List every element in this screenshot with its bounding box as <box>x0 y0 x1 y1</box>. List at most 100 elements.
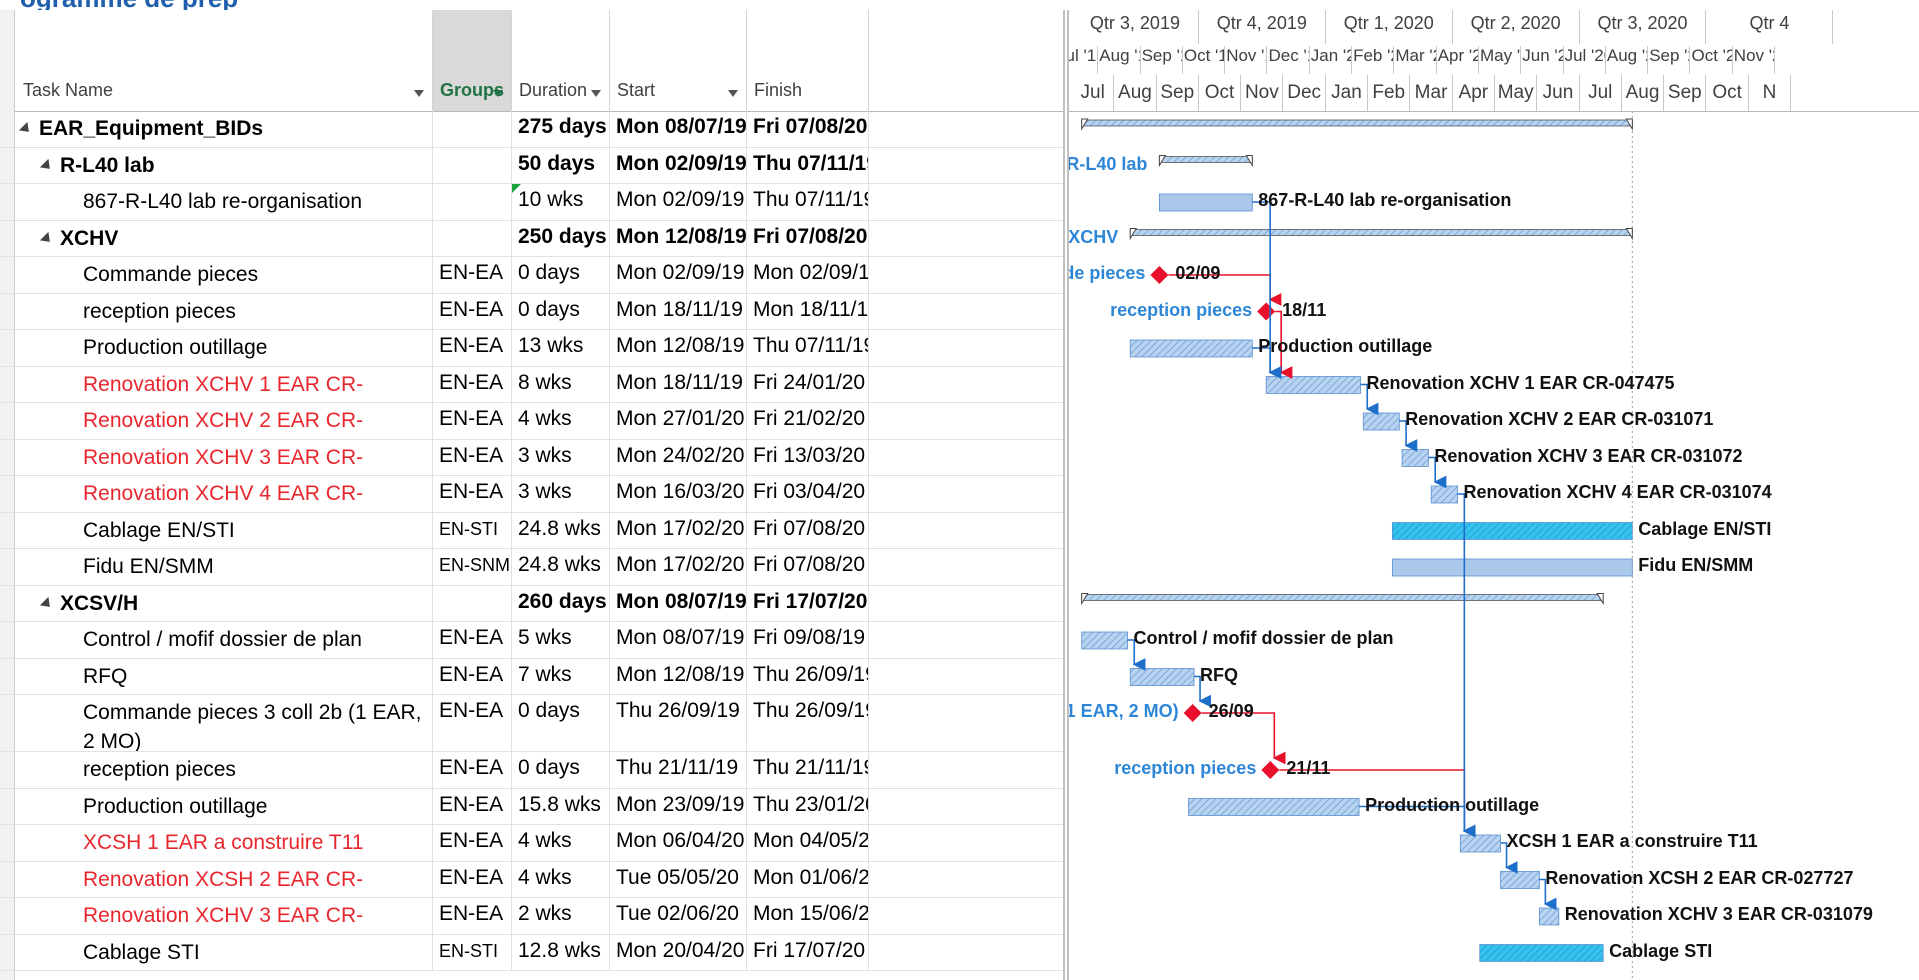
collapse-triangle-icon[interactable] <box>39 231 55 247</box>
task-finish-cell[interactable]: Mon 01/06/20 <box>747 861 869 897</box>
task-duration-cell[interactable]: 13 wks <box>512 330 610 366</box>
task-duration-cell[interactable]: 0 days <box>512 257 610 293</box>
task-duration-cell[interactable]: 8 wks <box>512 366 610 402</box>
task-row[interactable]: RFQ EN-EA 7 wks Mon 12/08/19 Thu 26/09/19 <box>0 658 1063 695</box>
task-name-cell[interactable]: Cablage EN/STI <box>14 512 433 548</box>
summary-bar[interactable] <box>1129 229 1633 236</box>
task-bar[interactable] <box>1401 449 1429 467</box>
task-finish-cell[interactable]: Fri 07/08/20 <box>747 512 869 548</box>
task-bar[interactable] <box>1081 631 1128 650</box>
chevron-down-icon[interactable] <box>591 90 601 97</box>
task-group-cell[interactable]: EN-EA <box>433 403 512 439</box>
task-duration-cell[interactable]: 5 wks <box>512 622 610 658</box>
task-name-cell[interactable]: Renovation XCHV 2 EAR CR-031071 <box>14 403 433 439</box>
task-bar[interactable] <box>1459 834 1501 853</box>
task-start-cell[interactable]: Mon 08/07/19 <box>610 622 747 658</box>
task-bar[interactable] <box>1391 558 1633 577</box>
task-row[interactable]: Renovation XCHV 3 EAR CR-031079 T9 EN-EA 2… <box>0 898 1063 935</box>
task-row[interactable]: Cablage STI EN-STI 12.8 wks Mon 20/04/20 Fri… <box>0 934 1063 971</box>
task-name-cell[interactable]: Commande pieces 3 coll 2b (1 EAR, 2 MO) <box>14 695 433 751</box>
task-name-cell[interactable]: XCSV/H <box>14 585 433 621</box>
task-finish-cell[interactable]: Thu 07/11/19 <box>747 184 869 220</box>
task-duration-cell[interactable]: 3 wks <box>512 439 610 475</box>
milestone-diamond[interactable] <box>1183 704 1202 722</box>
task-finish-cell[interactable]: Fri 17/07/20 <box>747 934 869 970</box>
task-row[interactable]: reception pieces EN-EA 0 days Thu 21/11/19 T… <box>0 752 1063 789</box>
task-row[interactable]: XCSH 1 EAR a construire T11 EN-EA 4 wks Mon… <box>0 825 1063 862</box>
task-group-cell[interactable]: EN-EA <box>433 658 512 694</box>
task-start-cell[interactable]: Mon 08/07/19 <box>610 111 747 147</box>
chevron-down-icon[interactable] <box>414 90 424 97</box>
task-row[interactable]: R-L40 lab 50 days Mon 02/09/19 Thu 07/11/19 <box>0 147 1063 184</box>
task-row[interactable]: Fidu EN/SMM EN-SNM 24.8 wks Mon 17/02/20 Fri… <box>0 549 1063 586</box>
task-finish-cell[interactable]: Fri 09/08/19 <box>747 622 869 658</box>
task-row[interactable]: EAR_Equipment_BIDs 275 days Mon 08/07/19 Fr… <box>0 111 1063 148</box>
task-name-cell[interactable]: Fidu EN/SMM <box>14 549 433 585</box>
task-start-cell[interactable]: Mon 06/04/20 <box>610 825 747 861</box>
task-bar[interactable] <box>1500 871 1540 889</box>
task-finish-cell[interactable]: Mon 18/11/19 <box>747 293 869 329</box>
task-start-cell[interactable]: Mon 17/02/20 <box>610 512 747 548</box>
task-group-cell[interactable] <box>433 585 512 621</box>
task-group-cell[interactable]: EN-EA <box>433 366 512 402</box>
task-finish-cell[interactable]: Fri 17/07/20 <box>747 585 869 621</box>
task-bar[interactable] <box>1158 193 1253 212</box>
task-name-cell[interactable]: Commande pieces <box>14 257 433 293</box>
task-duration-cell[interactable]: 260 days <box>512 585 610 621</box>
task-start-cell[interactable]: Thu 21/11/19 <box>610 752 747 788</box>
task-name-cell[interactable]: XCSH 1 EAR a construire T11 <box>14 825 433 861</box>
summary-bar[interactable] <box>1081 594 1604 601</box>
task-finish-cell[interactable]: Thu 26/09/19 <box>747 658 869 694</box>
task-group-cell[interactable]: EN-STI <box>433 934 512 970</box>
task-name-cell[interactable]: Renovation XCSH 2 EAR CR-027727 T9 <box>14 861 433 897</box>
task-group-cell[interactable]: EN-EA <box>433 257 512 293</box>
task-start-cell[interactable]: Mon 02/09/19 <box>610 147 747 183</box>
task-duration-cell[interactable]: 0 days <box>512 293 610 329</box>
task-group-cell[interactable]: EN-EA <box>433 622 512 658</box>
task-group-cell[interactable]: EN-STI <box>433 512 512 548</box>
task-group-cell[interactable] <box>433 220 512 256</box>
task-finish-cell[interactable]: Fri 07/08/20 <box>747 220 869 256</box>
task-duration-cell[interactable]: 4 wks <box>512 825 610 861</box>
task-start-cell[interactable]: Mon 20/04/20 <box>610 934 747 970</box>
task-finish-cell[interactable]: Fri 24/01/20 <box>747 366 869 402</box>
column-header-task-name[interactable]: Task Name <box>14 10 433 111</box>
task-group-cell[interactable]: EN-EA <box>433 439 512 475</box>
task-duration-cell[interactable]: 24.8 wks <box>512 512 610 548</box>
task-group-cell[interactable]: EN-EA <box>433 788 512 824</box>
task-row[interactable]: Renovation XCSH 2 EAR CR-027727 T9 EN-EA 4… <box>0 861 1063 898</box>
task-bar[interactable] <box>1188 798 1360 816</box>
task-name-cell[interactable]: XCHV <box>14 220 433 256</box>
task-finish-cell[interactable]: Thu 26/09/19 <box>747 695 869 751</box>
task-name-cell[interactable]: Cablage STI <box>14 934 433 970</box>
task-bar[interactable] <box>1479 944 1604 962</box>
task-finish-cell[interactable]: Fri 13/03/20 <box>747 439 869 475</box>
task-name-cell[interactable]: EAR_Equipment_BIDs <box>14 111 433 147</box>
column-header-finish[interactable]: Finish <box>747 10 869 111</box>
task-row[interactable]: Renovation XCHV 1 EAR CR-047475 EN-EA 8 wk… <box>0 366 1063 403</box>
chevron-down-icon[interactable] <box>493 90 503 97</box>
task-name-cell[interactable]: R-L40 lab <box>14 147 433 183</box>
task-group-cell[interactable]: EN-EA <box>433 898 512 934</box>
task-start-cell[interactable]: Mon 24/02/20 <box>610 439 747 475</box>
milestone-diamond[interactable] <box>1261 761 1280 779</box>
task-start-cell[interactable]: Mon 23/09/19 <box>610 788 747 824</box>
task-start-cell[interactable]: Mon 17/02/20 <box>610 549 747 585</box>
task-start-cell[interactable]: Mon 12/08/19 <box>610 658 747 694</box>
task-row[interactable]: XCHV 250 days Mon 12/08/19 Fri 07/08/20 <box>0 220 1063 257</box>
task-name-cell[interactable]: reception pieces <box>14 293 433 329</box>
task-duration-cell[interactable]: 0 days <box>512 752 610 788</box>
task-start-cell[interactable]: Mon 16/03/20 <box>610 476 747 512</box>
task-finish-cell[interactable]: Thu 07/11/19 <box>747 147 869 183</box>
task-group-cell[interactable] <box>433 111 512 147</box>
task-duration-cell[interactable]: 0 days <box>512 695 610 751</box>
milestone-diamond[interactable] <box>1150 266 1169 284</box>
task-row[interactable]: Control / mofif dossier de plan EN-EA 5 wk… <box>0 622 1063 659</box>
task-name-cell[interactable]: Renovation XCHV 1 EAR CR-047475 <box>14 366 433 402</box>
task-bar[interactable] <box>1265 376 1361 394</box>
task-bar[interactable] <box>1129 339 1253 358</box>
task-row[interactable]: Commande pieces EN-EA 0 days Mon 02/09/19 Mo… <box>0 257 1063 294</box>
task-finish-cell[interactable]: Mon 04/05/20 <box>747 825 869 861</box>
task-bar[interactable] <box>1538 907 1560 926</box>
task-duration-cell[interactable]: 10 wks <box>512 184 610 220</box>
